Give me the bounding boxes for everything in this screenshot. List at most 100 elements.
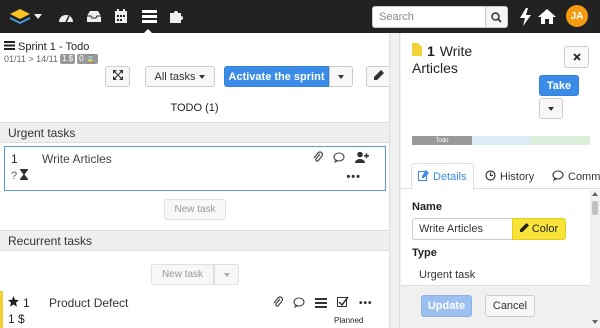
tab-comments[interactable]: Comme — [546, 163, 600, 190]
close-icon — [572, 50, 581, 64]
lightning-icon[interactable] — [518, 0, 532, 33]
tab-label: Details — [433, 170, 467, 183]
scroll-down-icon[interactable] — [592, 320, 598, 324]
detail-tabs: Details History Comme — [401, 160, 600, 190]
add-user-icon[interactable] — [355, 151, 369, 166]
recurrent-tasks-header: Recurrent tasks — [0, 230, 389, 251]
name-label: Name — [412, 201, 442, 213]
product-task-row[interactable]: 1 Product Defect 1 $ ••• Planned — [0, 291, 389, 328]
chevron-down-icon — [223, 272, 230, 277]
detail-title-line2: Articles — [412, 60, 458, 76]
color-button[interactable]: Color — [512, 218, 566, 240]
checkbox-icon[interactable] — [337, 296, 349, 311]
comment-icon[interactable] — [293, 296, 305, 311]
calendar-icon[interactable] — [111, 0, 131, 33]
detail-title: 1 Write Articles — [412, 43, 472, 77]
panel-splitter[interactable] — [389, 33, 400, 328]
hourglass-icon — [20, 169, 29, 183]
tab-history[interactable]: History — [479, 163, 540, 190]
pencil-icon — [519, 223, 529, 235]
close-button[interactable] — [564, 46, 589, 68]
task-number-wrap: 1 — [8, 296, 30, 310]
fullscreen-button[interactable] — [105, 66, 130, 87]
task-detail-panel: 1 Write Articles Take Todo Details Histo… — [401, 33, 600, 328]
new-task-options-button[interactable] — [214, 264, 239, 285]
chevron-down-icon — [33, 13, 42, 20]
color-label: Color — [531, 223, 559, 235]
search-button[interactable] — [485, 6, 508, 28]
chevron-down-icon — [199, 74, 206, 79]
cancel-button[interactable]: Cancel — [485, 295, 535, 317]
paperclip-icon[interactable] — [313, 151, 324, 166]
top-navbar: JA — [0, 0, 600, 33]
search-input[interactable] — [372, 6, 485, 28]
urgent-task-card[interactable]: 1 Write Articles ? ••• — [4, 146, 386, 191]
type-value[interactable]: Urgent task — [419, 269, 475, 281]
progress-in-progress — [472, 136, 530, 145]
expand-icon — [112, 70, 123, 83]
search-icon — [491, 11, 502, 23]
task-actions: ••• — [273, 296, 373, 311]
take-task-button[interactable]: Take — [539, 75, 579, 96]
type-label: Type — [412, 247, 437, 259]
take-options-button[interactable] — [539, 98, 563, 119]
sprint-icon — [4, 41, 15, 53]
todo-column-header: TODO (1) — [170, 102, 219, 114]
progress-todo: Todo — [412, 136, 472, 145]
update-button[interactable]: Update — [421, 295, 472, 317]
comment-icon[interactable] — [333, 151, 345, 166]
urgent-tasks-header: Urgent tasks — [0, 122, 389, 143]
more-options-icon[interactable]: ••• — [346, 171, 361, 183]
app-switcher-button[interactable] — [6, 0, 44, 33]
progress-done — [530, 136, 590, 145]
layers-logo-icon — [9, 8, 31, 26]
task-estimate: ? — [11, 169, 29, 183]
task-number: 1 — [23, 296, 30, 310]
sprint-title: Sprint 1 - Todo — [4, 41, 89, 53]
tab-label: History — [500, 170, 535, 183]
pencil-icon — [373, 70, 384, 83]
task-name-input[interactable] — [412, 218, 512, 240]
file-icon — [412, 43, 422, 60]
comment-icon — [552, 169, 564, 184]
tab-label: Comme — [568, 170, 600, 183]
more-options-icon[interactable]: ••• — [359, 298, 373, 309]
new-recurrent-task-button[interactable]: New task — [151, 264, 214, 285]
edit-sprint-button[interactable] — [366, 66, 389, 87]
clock-icon — [485, 169, 496, 184]
filter-label: All tasks — [154, 70, 196, 83]
activate-sprint-button[interactable]: Activate the sprint — [224, 66, 329, 87]
sprint-icon[interactable] — [315, 297, 327, 311]
task-number: 1 — [11, 152, 18, 166]
count-badge-text: 0 — [79, 54, 86, 63]
star-icon — [8, 296, 19, 310]
activate-options-button[interactable] — [329, 66, 353, 87]
edit-icon — [418, 169, 429, 184]
inbox-icon[interactable] — [84, 0, 104, 33]
task-name: Write Articles — [42, 152, 112, 166]
new-urgent-task-button[interactable]: New task — [164, 199, 226, 220]
scroll-thumb[interactable] — [592, 201, 598, 215]
avatar[interactable]: JA — [566, 5, 588, 27]
tab-details[interactable]: Details — [411, 163, 474, 190]
chevron-down-icon — [548, 106, 554, 111]
task-progress-bar: Todo — [412, 136, 590, 145]
sprint-title-text: Sprint 1 - Todo — [18, 41, 90, 53]
scroll-up-icon[interactable] — [592, 192, 598, 196]
detail-number: 1 — [427, 43, 435, 59]
paperclip-icon[interactable] — [273, 296, 284, 311]
search-bar — [372, 6, 508, 28]
velocity-badge: 1 $ — [59, 54, 76, 64]
sprint-dates: 01/11 > 14/11 — [4, 54, 58, 64]
status-badge: Planned — [334, 316, 364, 325]
task-actions — [313, 151, 369, 166]
sprint-meta: 01/11 > 14/11 1 $ 0 ⌛ — [4, 54, 98, 64]
filter-dropdown[interactable]: All tasks — [145, 66, 215, 87]
task-name: Product Defect — [49, 296, 129, 310]
task-value: 1 $ — [8, 312, 25, 326]
hourglass-icon: ⌛ — [85, 54, 96, 63]
home-icon[interactable] — [536, 0, 558, 33]
puzzle-icon[interactable] — [166, 0, 186, 33]
dashboard-icon[interactable] — [56, 0, 76, 33]
estimate-value: ? — [11, 170, 18, 182]
